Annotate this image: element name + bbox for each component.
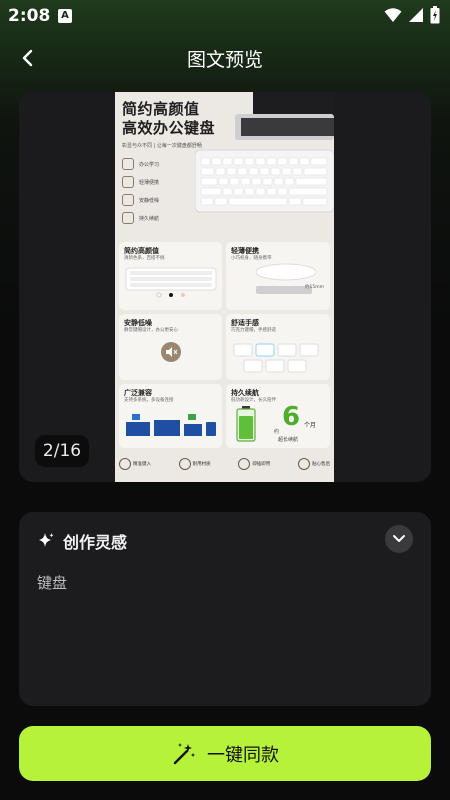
poster-headline-line2: 高效办公键盘 (122, 119, 216, 137)
status-time: 2:08 (8, 6, 51, 26)
poster-feature: 办公学习 (122, 158, 159, 170)
inspiration-header: 创作灵感 (37, 529, 127, 553)
target-icon (119, 458, 131, 470)
magic-wand-icon (173, 742, 195, 764)
tile-suffix: 超长续航 (278, 437, 299, 443)
tile-unit: 个月 (304, 422, 317, 429)
tile-number: 6 (282, 402, 301, 432)
keyboard-illustration (195, 92, 334, 213)
heart-icon (297, 458, 310, 470)
page-indicator: 2/16 (35, 435, 89, 467)
inspiration-card: 创作灵感 键盘 (19, 512, 431, 706)
one-click-copy-button[interactable]: 一键同款 (19, 726, 431, 781)
devices-icon (126, 414, 216, 436)
tile-subtitle: 静音键帽设计，办公更安心 (124, 328, 178, 333)
inspiration-title: 创作灵感 (63, 533, 128, 552)
battery-icon (430, 6, 440, 24)
bottom-item-label: 耐用材质 (192, 462, 211, 467)
wifi-icon (384, 8, 402, 22)
tile-subtitle: 巧克力键帽，手感舒适 (231, 328, 276, 333)
poster-tile: 持久续航 低功耗设计，长久陪伴 约 6 个月 超长续航 (226, 384, 330, 448)
notification-icon: A (58, 9, 72, 23)
battery-icon (236, 406, 256, 442)
poster-bottom-strip: 精准键入 耐用材质 即插即用 贴心售后 (119, 452, 330, 476)
tile-subtitle: 清新色系，百搭不挑 (124, 256, 165, 261)
poster-headline-line1: 简约高颜值 (122, 100, 200, 118)
inspiration-text[interactable]: 键盘 (37, 572, 67, 593)
keyboard-icon (125, 267, 217, 298)
poster-tile: 广泛兼容 支持多系统，多设备连接 (119, 384, 222, 448)
plug-icon (238, 458, 251, 470)
mute-icon (161, 342, 181, 362)
tile-subtitle: 支持多系统，多设备连接 (124, 398, 174, 403)
diamond-icon (178, 458, 191, 470)
poster-tile: 轻薄便携 小巧机身，随身携带 约15mm (226, 242, 330, 310)
preview-card[interactable]: 简约高颜值 高效办公键盘 彰显与众不同 | 让每一次键盘都舒畅 办公学习 轻薄便… (19, 92, 431, 482)
poster-image[interactable]: 简约高颜值 高效办公键盘 彰显与众不同 | 让每一次键盘都舒畅 办公学习 轻薄便… (115, 92, 334, 482)
poster-feature: 轻薄便携 (122, 176, 159, 188)
tile-subtitle: 低功耗设计，长久陪伴 (231, 398, 276, 403)
top-bar: 图文预览 (0, 38, 450, 78)
bottom-item-label: 精准键入 (133, 462, 151, 467)
chevron-down-icon (393, 535, 405, 542)
feature-label: 安静低噪 (139, 197, 160, 204)
sparkle-icon (39, 533, 54, 547)
tile-prefix: 约 (274, 429, 280, 435)
collapse-button[interactable] (385, 525, 413, 553)
feature-icon (122, 212, 134, 224)
feature-icon (122, 158, 134, 170)
keycaps-icon (233, 343, 319, 373)
bottom-item-label: 贴心售后 (311, 462, 330, 467)
feature-icon (122, 194, 134, 206)
feather-icon (255, 263, 317, 294)
signal-icon (409, 8, 423, 22)
bottom-item: 贴心售后 (297, 452, 330, 476)
poster-feature: 安静低噪 (122, 194, 159, 206)
poster-subtitle: 彰显与众不同 | 让每一次键盘都舒畅 (122, 143, 202, 149)
status-icons (384, 6, 440, 24)
feature-label: 办公学习 (139, 161, 160, 168)
bottom-item: 耐用材质 (178, 452, 211, 476)
bottom-item-label: 即插即用 (252, 462, 271, 467)
cta-label: 一键同款 (207, 744, 279, 766)
feature-label: 轻薄便携 (139, 179, 160, 186)
poster-tile: 简约高颜值 清新色系，百搭不挑 (119, 242, 222, 310)
poster-headline: 简约高颜值 高效办公键盘 (122, 100, 215, 138)
poster-tile: 安静低噪 静音键帽设计，办公更安心 (119, 314, 222, 380)
feature-icon (122, 176, 134, 188)
poster-tile: 舒适手感 巧克力键帽，手感舒适 (226, 314, 330, 380)
page-title: 图文预览 (186, 49, 263, 71)
poster-feature: 持久续航 (122, 212, 159, 224)
bottom-item: 精准键入 (119, 452, 151, 476)
bottom-item: 即插即用 (238, 452, 270, 476)
feature-label: 持久续航 (139, 215, 160, 222)
status-bar: 2:08 A (0, 0, 450, 32)
tile-note: 约15mm (305, 285, 324, 290)
